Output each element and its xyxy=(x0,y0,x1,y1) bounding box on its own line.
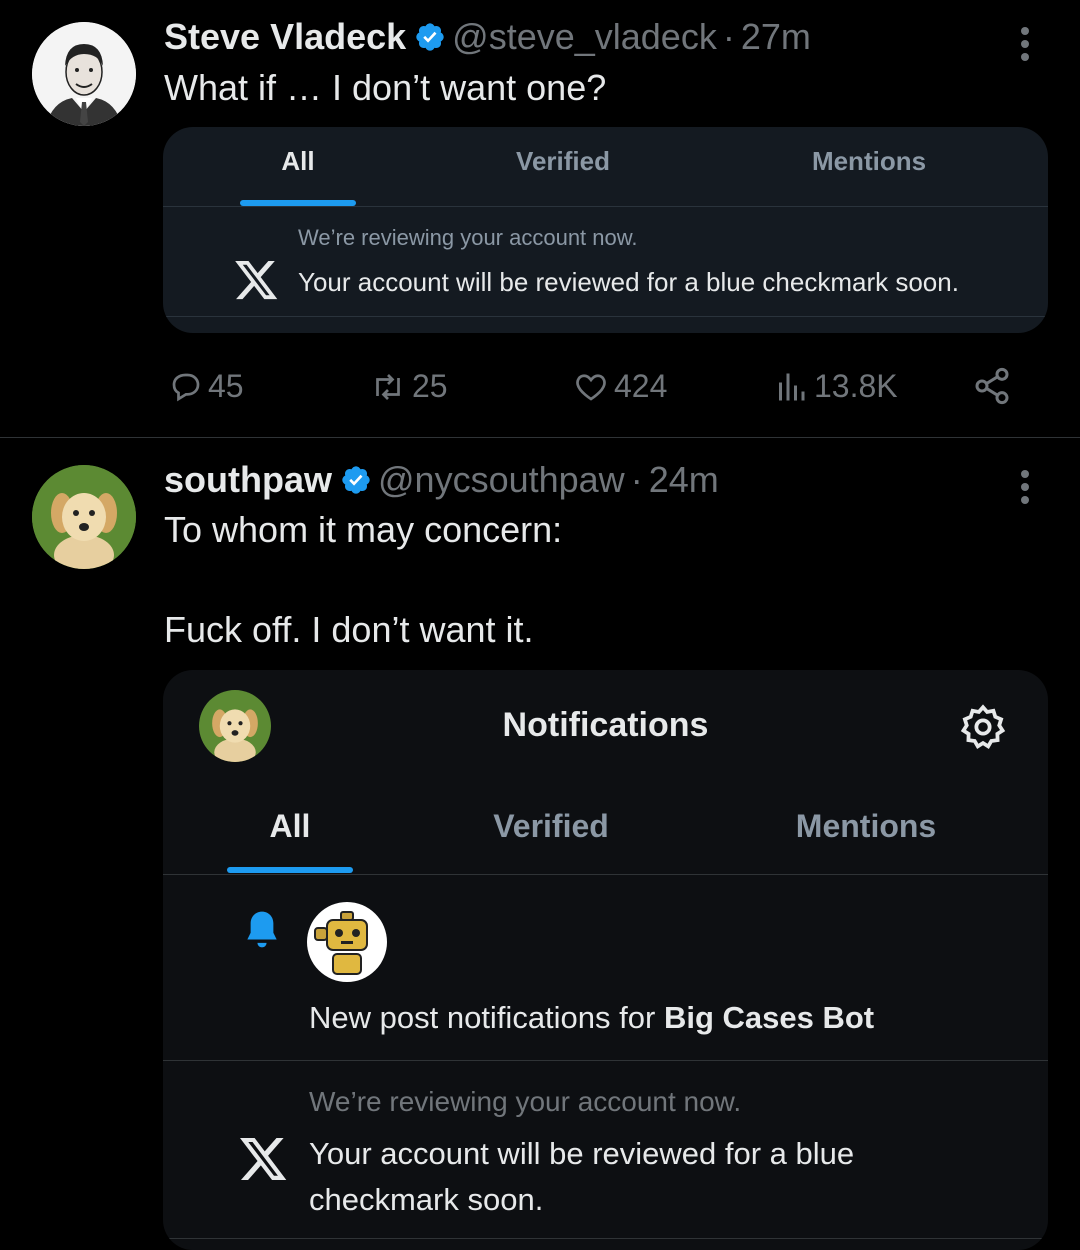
x-logo-icon xyxy=(240,1138,287,1180)
share-button[interactable] xyxy=(972,366,1016,406)
tab-all: All xyxy=(281,146,315,176)
card-bottom-divider xyxy=(163,316,1048,317)
verified-badge-icon xyxy=(342,466,370,494)
author-handle[interactable]: @nycsouthpaw xyxy=(378,459,625,500)
notification-prefix: New post notifications for xyxy=(309,1000,664,1035)
notification-account[interactable]: Big Cases Bot xyxy=(664,1000,874,1035)
reply-icon xyxy=(172,373,200,402)
notification-text[interactable]: New post notifications for Big Cases Bot xyxy=(309,1000,874,1036)
more-icon[interactable] xyxy=(1010,22,1040,62)
card-divider xyxy=(163,874,1048,875)
notifications-title: Notifications xyxy=(502,706,709,744)
review-message-line1: Your account will be reviewed for a blue xyxy=(309,1136,855,1171)
x-logo-icon xyxy=(235,261,278,300)
avatar-steve-vladeck[interactable] xyxy=(32,22,136,126)
post-time[interactable]: 24m xyxy=(649,459,719,500)
reply-count: 45 xyxy=(208,368,244,404)
verified-badge-icon xyxy=(416,23,444,51)
post-header: Steve Vladeck @steve_vladeck · 27m xyxy=(164,15,811,59)
bell-icon xyxy=(247,911,277,948)
tab-verified: Verified xyxy=(493,808,609,844)
more-icon[interactable] xyxy=(1010,465,1040,505)
author-name[interactable]: southpaw xyxy=(164,459,332,500)
post-header: southpaw @nycsouthpaw · 24m xyxy=(164,458,719,502)
tab-mentions: Mentions xyxy=(795,808,937,844)
author-name[interactable]: Steve Vladeck xyxy=(164,16,406,57)
repost-icon xyxy=(376,374,400,400)
repost-count: 25 xyxy=(412,368,448,404)
review-heading: We’re reviewing your account now. xyxy=(309,1086,742,1117)
views-icon xyxy=(779,373,805,401)
review-heading: We’re reviewing your account now. xyxy=(298,225,638,250)
review-message-line2: checkmark soon. xyxy=(309,1182,544,1217)
reply-button[interactable]: 45 xyxy=(168,366,244,406)
card-bottom-divider xyxy=(163,1238,1048,1239)
tab-mentions: Mentions xyxy=(811,146,927,176)
tab-underline xyxy=(227,867,353,873)
like-count: 424 xyxy=(614,368,668,404)
settings-gear-icon xyxy=(960,704,1006,750)
post-divider xyxy=(0,437,1080,438)
views-button[interactable]: 13.8K xyxy=(772,366,898,406)
review-message: Your account will be reviewed for a blue… xyxy=(298,267,959,297)
post-text-line1: To whom it may concern: xyxy=(164,509,563,550)
author-handle[interactable]: @steve_vladeck xyxy=(452,16,717,57)
bot-avatar xyxy=(307,902,387,982)
avatar-southpaw[interactable] xyxy=(32,465,136,569)
post-text: What if … I don’t want one? xyxy=(164,67,607,108)
separator-dot: · xyxy=(630,459,643,500)
tab-all: All xyxy=(269,808,311,844)
post-southpaw[interactable]: southpaw @nycsouthpaw · 24m To whom it may … xyxy=(0,440,1080,1250)
repost-button[interactable]: 25 xyxy=(368,366,448,406)
post-text-line2: Fuck off. I don’t want it. xyxy=(164,609,534,650)
embedded-screenshot-card[interactable]: All Verified Mentions We’re reviewing yo… xyxy=(163,127,1048,333)
post-time[interactable]: 27m xyxy=(741,16,811,57)
card-divider xyxy=(163,206,1048,207)
separator-dot: · xyxy=(722,16,735,57)
post-steve-vladeck[interactable]: Steve Vladeck @steve_vladeck · 27m What if … xyxy=(0,0,1080,438)
views-count: 13.8K xyxy=(814,368,898,404)
like-icon xyxy=(576,374,606,401)
share-icon xyxy=(975,367,1009,405)
tab-verified: Verified xyxy=(516,146,610,176)
embedded-screenshot-card[interactable]: Notifications All Verified Mentions New … xyxy=(163,670,1048,1250)
like-button[interactable]: 424 xyxy=(572,366,667,406)
card-divider-2 xyxy=(163,1060,1048,1061)
